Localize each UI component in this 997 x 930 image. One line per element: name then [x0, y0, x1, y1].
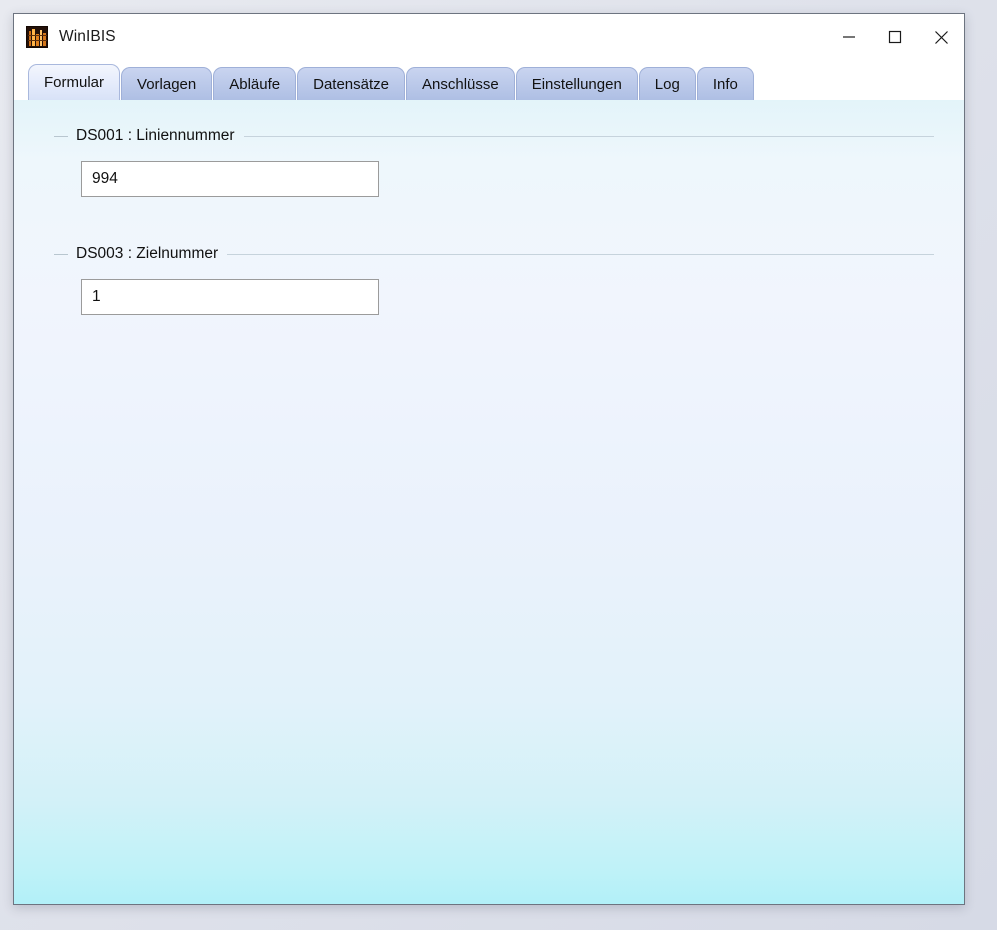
window-title: WinIBIS	[59, 28, 116, 45]
title-bar: WinIBIS	[14, 14, 964, 64]
tab-label: Einstellungen	[531, 75, 622, 93]
tab-label: Abläufe	[229, 75, 281, 93]
app-window: WinIBIS Formular Vorlagen Abläufe Datens…	[13, 13, 965, 905]
window-controls	[826, 14, 964, 60]
field-group-header: DS001 : Liniennummer	[54, 127, 934, 145]
close-button[interactable]	[918, 14, 964, 60]
tab-formular[interactable]: Formular	[28, 64, 121, 100]
title-bar-left: WinIBIS	[14, 14, 116, 48]
field-group-ds003: DS003 : Zielnummer	[54, 245, 934, 315]
field-group-header: DS003 : Zielnummer	[54, 245, 934, 263]
tab-info[interactable]: Info	[696, 67, 754, 100]
tab-vorlagen[interactable]: Vorlagen	[121, 67, 213, 100]
field-group-label: DS003 : Zielnummer	[76, 245, 219, 262]
tab-log[interactable]: Log	[638, 67, 696, 100]
form-panel: DS001 : Liniennummer DS003 : Zielnummer	[14, 100, 964, 904]
field-group-label: DS001 : Liniennummer	[76, 127, 235, 144]
tab-label: Anschlüsse	[422, 75, 499, 93]
tab-label: Info	[712, 75, 738, 93]
maximize-button[interactable]	[872, 14, 918, 60]
tab-label: Vorlagen	[137, 75, 197, 93]
tab-label: Log	[654, 75, 680, 93]
tab-datensaetze[interactable]: Datensätze	[297, 67, 405, 100]
tab-label: Datensätze	[313, 75, 389, 93]
group-frame-lead	[54, 135, 68, 137]
maximize-icon	[888, 30, 902, 44]
tab-label: Formular	[44, 74, 105, 91]
minimize-icon	[843, 36, 855, 38]
group-frame-lead	[54, 253, 68, 255]
field-input-ds003[interactable]	[81, 279, 379, 315]
close-icon	[934, 30, 948, 44]
group-frame-rule	[227, 253, 934, 255]
tab-einstellungen[interactable]: Einstellungen	[515, 67, 638, 100]
field-input-ds001[interactable]	[81, 161, 379, 197]
field-group-ds001: DS001 : Liniennummer	[54, 127, 934, 197]
group-frame-rule	[243, 135, 934, 137]
equalizer-bars-icon	[26, 26, 48, 48]
tab-anschluesse[interactable]: Anschlüsse	[406, 67, 515, 100]
tab-ablaeufe[interactable]: Abläufe	[213, 67, 297, 100]
tab-strip: Formular Vorlagen Abläufe Datensätze Ans…	[14, 64, 964, 100]
minimize-button[interactable]	[826, 14, 872, 60]
